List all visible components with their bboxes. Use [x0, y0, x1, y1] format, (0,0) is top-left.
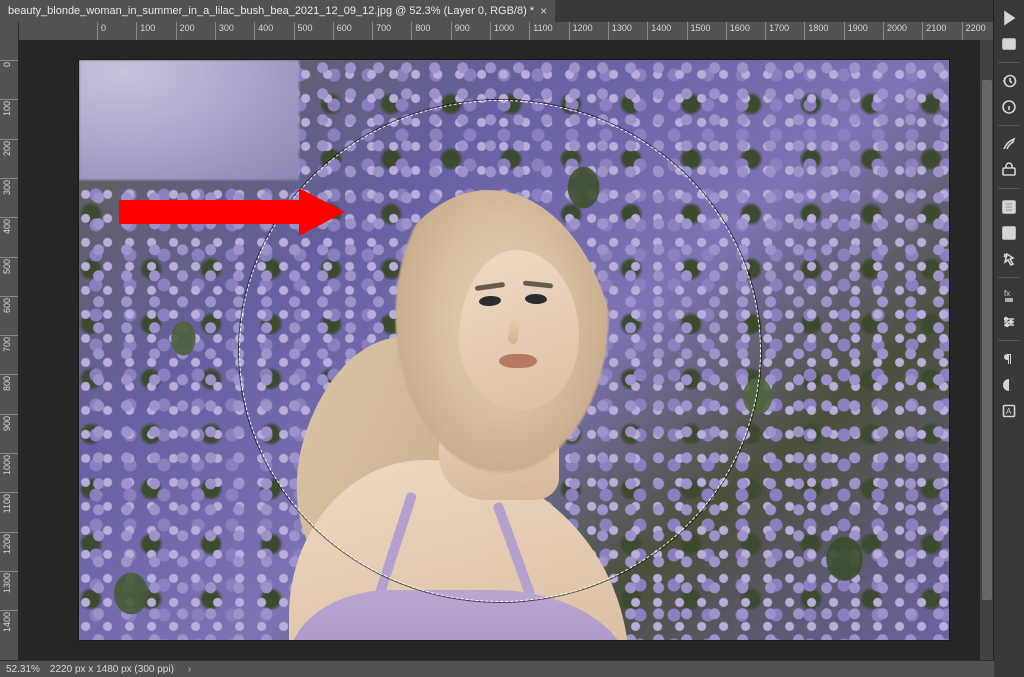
panel-dock: fx A: [993, 0, 1024, 677]
learn-panel-icon[interactable]: [996, 32, 1022, 56]
properties-icon[interactable]: [996, 221, 1022, 245]
svg-text:fx: fx: [1004, 289, 1010, 298]
info-icon[interactable]: [996, 95, 1022, 119]
close-tab-icon[interactable]: ×: [540, 5, 547, 17]
vertical-scrollbar-thumb[interactable]: [982, 80, 992, 600]
vertical-ruler[interactable]: 0100200300400500600700800900100011001200…: [0, 22, 19, 661]
adjustments-icon[interactable]: [996, 310, 1022, 334]
canvas-viewport[interactable]: [18, 40, 994, 661]
masks-icon[interactable]: [996, 373, 1022, 397]
document-tab-title: beauty_blonde_woman_in_summer_in_a_lilac…: [8, 5, 534, 17]
panel-separator: [998, 188, 1020, 189]
styles-icon[interactable]: fx: [996, 284, 1022, 308]
play-icon[interactable]: [996, 6, 1022, 30]
swatches-icon[interactable]: [996, 195, 1022, 219]
status-flyout-icon[interactable]: ›: [184, 664, 195, 675]
character-icon[interactable]: A: [996, 399, 1022, 423]
status-bar: 52.31% 2220 px x 1480 px (300 ppi) ›: [0, 660, 994, 677]
document-info[interactable]: 2220 px x 1480 px (300 ppi): [50, 664, 174, 675]
svg-text:A: A: [1006, 407, 1012, 416]
zoom-level[interactable]: 52.31%: [6, 664, 40, 675]
paragraph-icon[interactable]: [996, 347, 1022, 371]
horizontal-ruler[interactable]: 0100200300400500600700800900100011001200…: [18, 22, 994, 41]
brush-presets-icon[interactable]: [996, 132, 1022, 156]
elliptical-selection[interactable]: [239, 100, 761, 602]
panel-separator: [998, 277, 1020, 278]
panel-separator: [998, 62, 1020, 63]
document-tab-bar: beauty_blonde_woman_in_summer_in_a_lilac…: [0, 0, 994, 22]
document-tab[interactable]: beauty_blonde_woman_in_summer_in_a_lilac…: [0, 0, 555, 22]
history-icon[interactable]: [996, 69, 1022, 93]
vertical-scrollbar[interactable]: [980, 40, 994, 661]
clone-source-icon[interactable]: [996, 158, 1022, 182]
actions-icon[interactable]: [996, 247, 1022, 271]
image-canvas[interactable]: [79, 60, 949, 640]
panel-separator: [998, 125, 1020, 126]
panel-separator: [998, 340, 1020, 341]
photoshop-workspace: beauty_blonde_woman_in_summer_in_a_lilac…: [0, 0, 1024, 677]
